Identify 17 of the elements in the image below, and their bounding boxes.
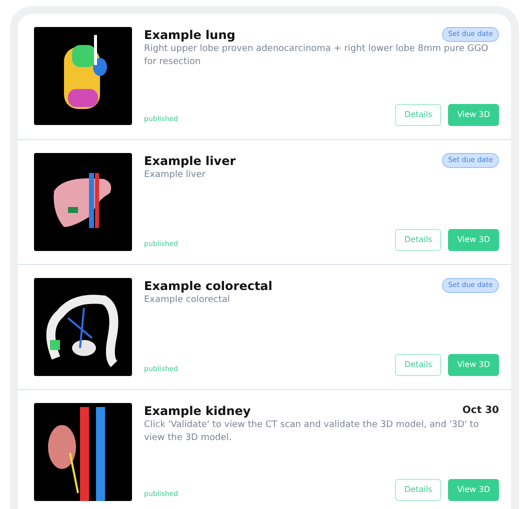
case-description: Click 'Validate' to view the CT scan and validate the 3D model, and '3D' to view the 3D model. (144, 419, 480, 445)
case-description: Right upper lobe proven adenocarcinoma + right lower lobe 8mm pure GGO for resection (144, 43, 490, 69)
case-title: Example colorectal (144, 278, 272, 294)
details-button[interactable]: Details (395, 104, 442, 126)
view-3d-button[interactable]: View 3D (448, 479, 499, 501)
details-button[interactable]: Details (395, 229, 442, 251)
view-3d-button[interactable]: View 3D (448, 229, 499, 251)
case-title: Example kidney (144, 403, 251, 419)
case-description: Example colorectal (144, 294, 231, 307)
view-3d-button[interactable]: View 3D (448, 354, 499, 376)
view-3d-button[interactable]: View 3D (448, 104, 499, 126)
details-button[interactable]: Details (395, 354, 442, 376)
details-button[interactable]: Details (395, 479, 442, 501)
case-description: Example liver (144, 169, 206, 182)
case-title: Example liver (144, 153, 236, 169)
due-date: Oct 30 (462, 404, 499, 418)
case-title: Example lung (144, 27, 236, 43)
